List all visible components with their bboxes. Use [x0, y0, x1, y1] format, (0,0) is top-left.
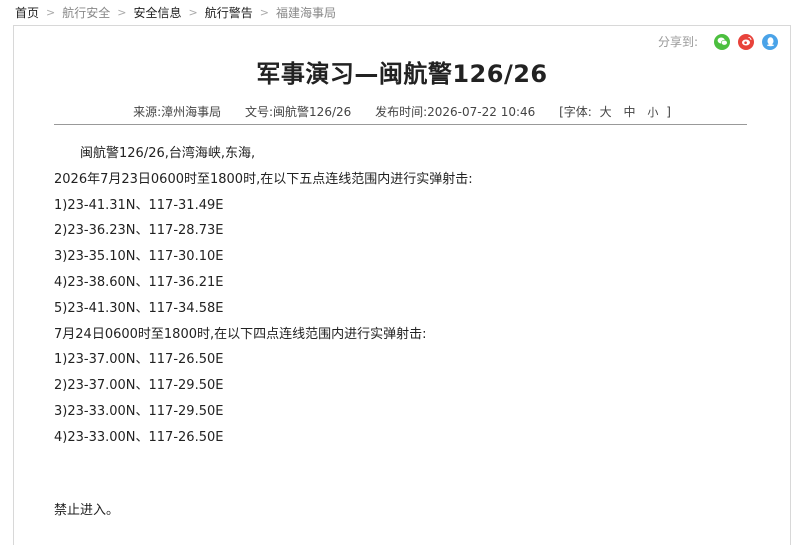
- article-meta: 来源:漳州海事局 文号:闽航警126/26 发布时间:2026-07-22 10…: [14, 103, 790, 120]
- breadcrumb-home[interactable]: 首页: [15, 4, 39, 22]
- title-divider: [54, 124, 747, 125]
- article-publish-time: 发布时间:2026-07-22 10:46: [375, 105, 536, 119]
- breadcrumb-separator: >: [188, 6, 198, 19]
- breadcrumb-navigation-safety[interactable]: 航行安全: [62, 4, 110, 22]
- breadcrumb-navigation-warning[interactable]: 航行警告: [205, 4, 253, 22]
- body-line: 闽航警126/26,台湾海峡,东海,: [80, 146, 256, 161]
- article-title: 军事演习—闽航警126/26: [256, 60, 548, 88]
- closing-line: 禁止进入。: [54, 503, 120, 518]
- font-size-close-bracket: ]: [666, 105, 671, 119]
- coordinate-line: 2)23-36.23N、117-28.73E: [54, 223, 224, 239]
- weibo-icon[interactable]: [738, 33, 754, 50]
- article-panel: 分享到: 军事演习—闽航警126/26 来源:漳州海事局 文号:闽航警126/2…: [13, 25, 791, 545]
- coordinate-line: 2)23-37.00N、117-29.50E: [54, 378, 224, 394]
- breadcrumb-separator: >: [46, 6, 56, 19]
- article-source: 来源:漳州海事局: [133, 105, 222, 119]
- coordinate-line: 3)23-35.10N、117-30.10E: [54, 249, 224, 265]
- coordinate-line: 3)23-33.00N、117-29.50E: [54, 403, 224, 419]
- article-doc-number: 文号:闽航警126/26: [245, 105, 352, 119]
- font-size-control: [字体: 大 中 小 ]: [559, 105, 671, 119]
- share-bar: 分享到:: [658, 33, 778, 50]
- font-size-medium-button[interactable]: 中: [624, 105, 636, 119]
- wechat-icon[interactable]: [714, 33, 730, 50]
- breadcrumb-separator: >: [259, 6, 269, 19]
- coordinate-line: 4)23-33.00N、117-26.50E: [54, 429, 224, 445]
- coordinate-line: 1)23-37.00N、117-26.50E: [54, 352, 224, 368]
- qq-icon[interactable]: [762, 33, 778, 50]
- breadcrumb-current: 福建海事局: [275, 6, 336, 20]
- breadcrumb-separator: >: [117, 6, 127, 19]
- font-size-small-button[interactable]: 小: [647, 106, 658, 119]
- share-label: 分享到:: [657, 35, 698, 49]
- body-line: 7月24日0600时至1800时,在以下四点连线范围内进行实弹射击:: [54, 326, 427, 342]
- font-size-large-button[interactable]: 大: [600, 105, 612, 119]
- breadcrumb: 首页 > 航行安全 > 安全信息 > 航行警告 > 福建海事局: [15, 4, 336, 22]
- article-body: 闽航警126/26,台湾海峡,东海, 2026年7月23日0600时至1800时…: [54, 141, 744, 451]
- body-line: 2026年7月23日0600时至1800时,在以下五点连线范围内进行实弹射击:: [54, 171, 473, 187]
- breadcrumb-safety-info[interactable]: 安全信息: [133, 4, 181, 22]
- coordinate-line: 1)23-41.31N、117-31.49E: [54, 197, 224, 213]
- font-size-label: [字体:: [559, 105, 592, 119]
- coordinate-line: 4)23-38.60N、117-36.21E: [54, 274, 224, 290]
- coordinate-line: 5)23-41.30N、117-34.58E: [54, 300, 224, 316]
